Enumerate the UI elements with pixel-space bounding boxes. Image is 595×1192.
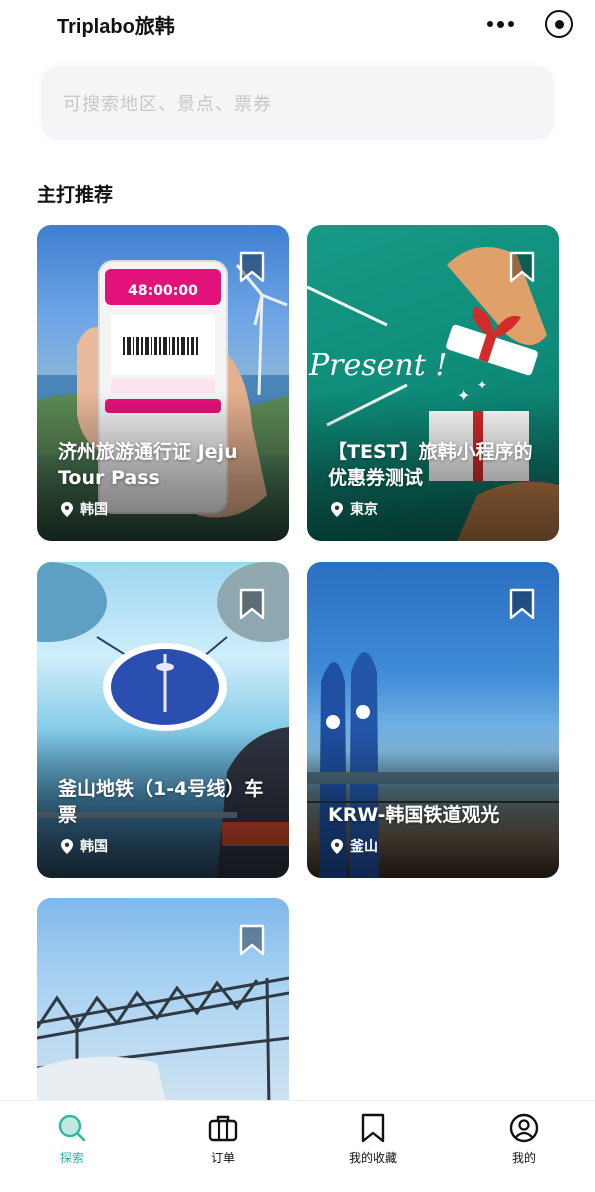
card-location-text: 韩国	[80, 839, 108, 855]
card-title: 济州旅游通行证 Jeju Tour Pass	[58, 441, 238, 489]
card-location: 韩国	[61, 836, 108, 856]
search-icon	[58, 1114, 86, 1142]
location-pin-icon	[61, 501, 73, 517]
product-card-busan-subway[interactable]: 釜山地铁（1-4号线）车票 韩国	[37, 562, 289, 878]
tab-explore[interactable]: 探索	[22, 1111, 122, 1166]
card-title: 【TEST】旅韩小程序的优惠券测试	[328, 441, 533, 489]
tab-label: 探索	[59, 1151, 84, 1165]
location-pin-icon	[61, 838, 73, 854]
card-location-text: 釜山	[350, 839, 378, 855]
pass-timer: 48:00:00	[128, 283, 198, 299]
tab-label: 订单	[210, 1151, 235, 1165]
bookmark-icon[interactable]	[239, 251, 265, 283]
product-card-jeju-pass[interactable]: 48:00:00 济州旅游通行证 Jeju Tour Pass 韩国	[37, 225, 289, 541]
bottom-tab-bar: 探索 订单 我的收藏 我的	[0, 1100, 595, 1192]
app-title: Triplabo旅韩	[57, 16, 175, 38]
product-card-krw-rail[interactable]: KRW-韩国铁道观光 釜山	[307, 562, 559, 878]
briefcase-icon	[208, 1115, 238, 1142]
bookmark-icon[interactable]	[239, 588, 265, 620]
tab-label: 我的	[511, 1151, 536, 1165]
close-miniprogram-icon[interactable]	[545, 10, 573, 38]
bookmark-icon[interactable]	[509, 251, 535, 283]
tab-orders[interactable]: 订单	[173, 1111, 273, 1166]
search-placeholder: 可搜索地区、景点、票券	[63, 94, 272, 115]
present-text: Present !	[308, 348, 447, 383]
top-bar: Triplabo旅韩	[0, 0, 595, 50]
product-card-coupon-test[interactable]: Present ! ✦ ✦ 【TEST】旅韩小程序的优惠券测试 東京	[307, 225, 559, 541]
product-card-train[interactable]	[37, 898, 289, 1108]
location-pin-icon	[331, 501, 343, 517]
tab-label: 我的收藏	[348, 1151, 397, 1165]
card-title: KRW-韩国铁道观光	[328, 804, 500, 826]
svg-text:✦: ✦	[477, 378, 487, 392]
card-location: 東京	[331, 499, 378, 519]
location-pin-icon	[331, 838, 343, 854]
card-location-text: 東京	[350, 502, 378, 518]
more-options-icon[interactable]	[483, 12, 517, 36]
tab-favorites[interactable]: 我的收藏	[323, 1111, 423, 1166]
bookmark-icon	[361, 1113, 385, 1143]
card-title: 釜山地铁（1-4号线）车票	[58, 778, 264, 826]
user-circle-icon	[509, 1113, 539, 1143]
bookmark-icon[interactable]	[509, 588, 535, 620]
card-location: 釜山	[331, 836, 378, 856]
card-location: 韩国	[61, 499, 108, 519]
search-input[interactable]: 可搜索地区、景点、票券	[41, 66, 554, 140]
bookmark-icon[interactable]	[239, 924, 265, 956]
section-title: 主打推荐	[37, 184, 114, 206]
card-location-text: 韩国	[80, 502, 108, 518]
tab-profile[interactable]: 我的	[474, 1111, 574, 1166]
